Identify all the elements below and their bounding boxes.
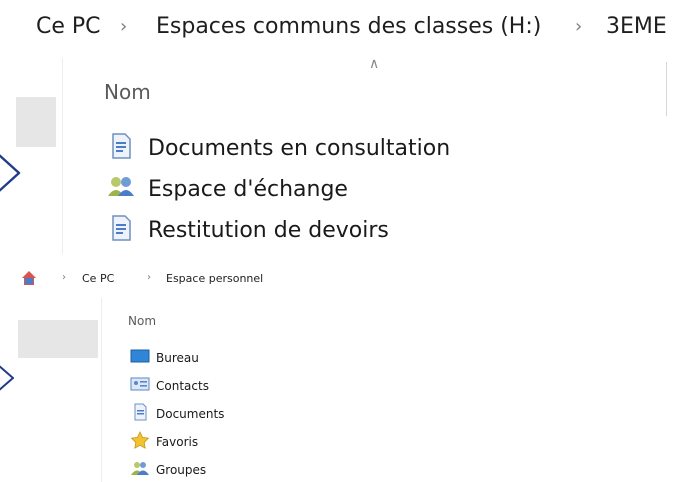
list-item-label: Groupes (156, 463, 207, 477)
breadcrumb-item-espace-personnel[interactable]: Espace personnel (166, 272, 263, 285)
shared-doc-icon (106, 213, 136, 247)
column-separator[interactable] (666, 62, 667, 116)
shared-doc-icon (106, 131, 136, 165)
navigation-pane-selection-bottom[interactable] (18, 320, 98, 358)
list-item-label: Restitution de devoirs (148, 217, 389, 243)
contacts-folder-icon (130, 376, 150, 396)
users-group-icon (130, 459, 150, 481)
breadcrumb-bar-top: Ce PC › Espaces communs des classes (H:)… (0, 0, 683, 54)
breadcrumb-item-espaces-communs[interactable]: Espaces communs des classes (H:) (156, 14, 541, 39)
column-header-name-top[interactable]: Nom (104, 80, 151, 104)
breadcrumb-separator-icon[interactable]: › (147, 272, 151, 283)
list-item-documents-en-consultation[interactable]: Documents en consultation (106, 130, 450, 166)
breadcrumb-item-ce-pc[interactable]: Ce PC (36, 14, 101, 39)
pane-divider (62, 58, 63, 254)
favorites-star-icon (130, 431, 150, 453)
breadcrumb-separator-icon[interactable]: › (62, 272, 66, 283)
sort-ascending-icon: ∧ (369, 56, 380, 72)
desktop-folder-icon (130, 348, 150, 368)
column-header-name-bottom[interactable]: Nom (128, 314, 156, 328)
arrow-right-icon (0, 154, 21, 192)
list-item-restitution-de-devoirs[interactable]: Restitution de devoirs (106, 212, 389, 248)
list-item-label: Espace d'échange (148, 176, 348, 202)
list-item-espace-echange[interactable]: Espace d'échange (106, 171, 348, 207)
breadcrumb-separator-icon[interactable]: › (120, 16, 127, 37)
breadcrumb-item-ce-pc[interactable]: Ce PC (82, 272, 114, 285)
navigation-pane-selection-top[interactable] (16, 97, 56, 147)
list-item-contacts[interactable]: Contacts (130, 376, 209, 396)
list-item-bureau[interactable]: Bureau (130, 348, 199, 368)
breadcrumb-item-3eme[interactable]: 3EME (606, 14, 667, 39)
list-item-label: Contacts (156, 379, 209, 393)
documents-folder-icon (130, 403, 150, 425)
list-item-label: Documents (156, 407, 225, 421)
list-item-label: Bureau (156, 351, 199, 365)
list-item-label: Favoris (156, 435, 199, 449)
list-item-favoris[interactable]: Favoris (130, 431, 199, 453)
users-group-icon (106, 172, 136, 206)
breadcrumb-separator-icon[interactable]: › (575, 16, 582, 37)
list-item-label: Documents en consultation (148, 135, 451, 161)
pane-divider (101, 298, 102, 482)
list-item-documents[interactable]: Documents (130, 403, 225, 425)
home-location-icon[interactable] (20, 269, 38, 291)
crop-edge (306, 264, 320, 294)
arrow-right-icon (0, 365, 14, 391)
breadcrumb-bar-bottom: › Ce PC › Espace personnel (0, 262, 320, 296)
list-item-groupes[interactable]: Groupes (130, 460, 206, 480)
